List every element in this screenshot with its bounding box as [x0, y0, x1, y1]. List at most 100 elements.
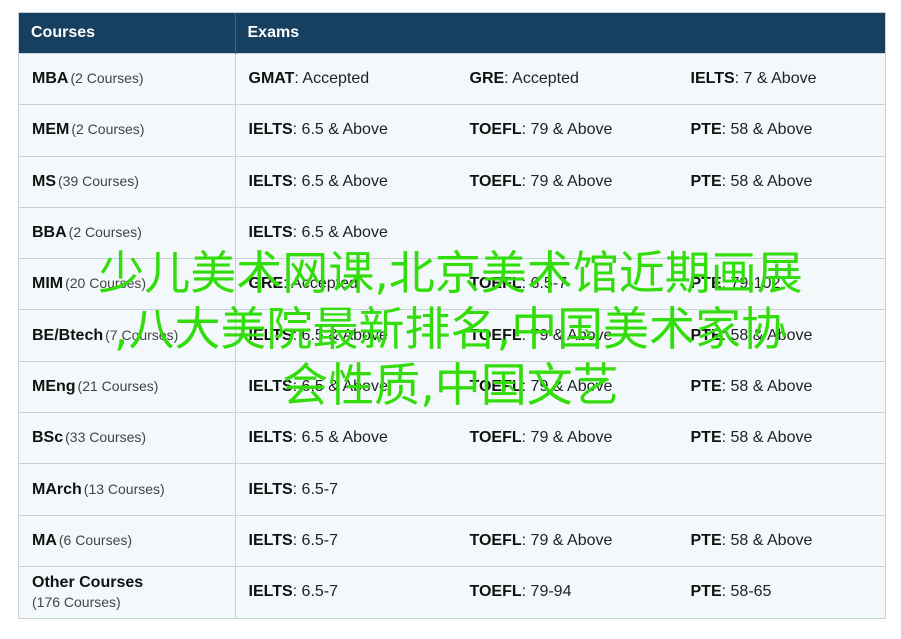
- course-name: MEng: [32, 377, 76, 395]
- exam-name: IELTS: [248, 326, 293, 344]
- table-header-row: Courses Exams: [19, 13, 885, 54]
- exams-cell: GRE: Accepted TOEFL: 6.5-7 PTE: 79-102: [235, 258, 886, 310]
- exam-requirements-table: Courses Exams MBA (2 Courses) GMAT: Accept…: [18, 12, 886, 619]
- table-row: MS (39 Courses) IELTS: 6.5 & Above TOEFL: 7…: [19, 155, 886, 208]
- exam-list: GRE: Accepted TOEFL: 6.5-7 PTE: 79-102: [236, 275, 886, 293]
- exam-name: IELTS: [248, 583, 293, 601]
- exam-score: : 79 & Above: [521, 531, 613, 549]
- exam-name: TOEFL: [469, 531, 522, 549]
- course-count: (2 Courses): [71, 121, 145, 138]
- exam-score: : 6.5-7: [292, 531, 339, 549]
- table-row: MBA (2 Courses) GMAT: Accepted GRE: Accepte…: [19, 52, 886, 105]
- exam-requirement: PTE: 79-102: [678, 275, 899, 293]
- table-row: MEng (21 Courses) IELTS: 6.5 & Above TOEFL:…: [19, 360, 885, 413]
- exams-cell: IELTS: 6.5-7: [235, 463, 885, 516]
- exam-score: : 58-65: [721, 583, 772, 601]
- exam-list: IELTS: 6.5 & Above TOEFL: 79 & Above PTE: …: [236, 121, 886, 139]
- exams-header: Exams: [234, 13, 885, 54]
- exam-score: : 79 & Above: [521, 326, 613, 344]
- exam-requirement: TOEFL: 79 & Above: [457, 327, 678, 345]
- exam-requirement: IELTS: 6.5-7: [236, 532, 457, 550]
- exam-score: : Accepted: [504, 70, 579, 88]
- exam-name: IELTS: [248, 224, 293, 242]
- exam-score: : 6.5-7: [292, 480, 339, 498]
- course-count: (39 Courses): [58, 172, 139, 189]
- exam-score: : 58 & Above: [721, 121, 813, 139]
- course-name: Other Courses: [32, 574, 144, 592]
- exam-score: : Accepted: [294, 70, 370, 88]
- exam-name: TOEFL: [469, 429, 522, 447]
- exam-requirement: GRE: Accepted: [457, 70, 678, 88]
- exam-list: GMAT: Accepted GRE: Accepted IELTS: 7 & Ab…: [236, 70, 886, 88]
- course-cell: Other Courses (176 Courses): [19, 565, 236, 618]
- table-row: MEM (2 Courses) IELTS: 6.5 & Above TOEFL: 7…: [19, 104, 886, 157]
- exam-name: IELTS: [248, 121, 293, 139]
- exam-list: IELTS: 6.5 & Above: [236, 224, 886, 242]
- exam-score: : 6.5 & Above: [292, 121, 388, 139]
- exam-score: : 6.5-7: [521, 275, 568, 293]
- course-cell: BSc (33 Courses): [19, 412, 236, 464]
- course-count: (21 Courses): [77, 377, 159, 394]
- table-row: MIM (20 Courses) GRE: Accepted TOEFL: 6.5-7…: [19, 258, 886, 310]
- course-count: (13 Courses): [83, 480, 165, 497]
- exam-score: : 58 & Above: [721, 429, 813, 447]
- exam-requirement: IELTS: 6.5-7: [236, 481, 457, 499]
- exam-score: : 6.5 & Above: [292, 224, 388, 242]
- exam-requirement: TOEFL: 6.5-7: [457, 275, 678, 293]
- exam-list: IELTS: 6.5 & Above TOEFL: 79 & Above PTE: …: [236, 173, 886, 191]
- exam-score: : 79 & Above: [521, 429, 613, 447]
- exam-requirement: PTE: 58 & Above: [678, 378, 899, 396]
- exams-cell: GMAT: Accepted GRE: Accepted IELTS: 7 & Ab…: [235, 52, 886, 105]
- exam-name: PTE: [690, 583, 722, 601]
- exam-name: PTE: [690, 377, 722, 395]
- exams-cell: IELTS: 6.5 & Above TOEFL: 79 & Above PTE: …: [235, 155, 886, 208]
- requirements-table: Courses Exams MBA (2 Courses) GMAT: Accept…: [19, 13, 885, 618]
- exam-name: TOEFL: [469, 326, 522, 344]
- exam-requirement: IELTS: 6.5-7: [236, 583, 457, 601]
- exam-score: : 79 & Above: [521, 377, 613, 395]
- exam-name: TOEFL: [469, 121, 522, 139]
- exam-requirement: PTE: 58 & Above: [678, 429, 899, 447]
- exam-requirement: PTE: 58 & Above: [678, 121, 899, 139]
- course-name: MIM: [32, 275, 64, 293]
- exams-cell: IELTS: 6.5-7 TOEFL: 79-94 PTE: 58-65: [235, 565, 886, 618]
- table-row: MArch (13 Courses) IELTS: 6.5-7: [19, 463, 885, 516]
- exam-score: : 79-94: [521, 583, 572, 601]
- exam-score: : 79-102: [721, 275, 781, 293]
- exam-requirement: TOEFL: 79 & Above: [457, 532, 678, 550]
- exams-cell: IELTS: 6.5 & Above: [235, 206, 886, 259]
- course-count: (2 Courses): [68, 224, 142, 241]
- exam-requirement: GRE: Accepted: [236, 275, 457, 293]
- table-row: BE/Btech (7 Courses) IELTS: 6.5 & Above TOE…: [19, 309, 886, 362]
- exams-cell: IELTS: 6.5 & Above TOEFL: 79 & Above PTE: …: [235, 309, 886, 362]
- exam-requirement: GMAT: Accepted: [236, 70, 457, 88]
- exam-list: IELTS: 6.5 & Above TOEFL: 79 & Above PTE: …: [236, 327, 886, 345]
- course-count: (7 Courses): [105, 326, 179, 343]
- exam-score: : 6.5 & Above: [292, 172, 388, 190]
- course-name: BSc: [32, 429, 64, 447]
- exam-name: TOEFL: [469, 583, 522, 601]
- course-cell: BE/Btech (7 Courses): [19, 309, 236, 362]
- table-row: Other Courses (176 Courses) IELTS: 6.5-7 TO…: [19, 565, 886, 618]
- exams-cell: IELTS: 6.5 & Above TOEFL: 79 & Above PTE: …: [235, 412, 885, 464]
- exam-requirement: IELTS: 7 & Above: [678, 70, 899, 88]
- exam-requirement: IELTS: 6.5 & Above: [236, 121, 457, 139]
- exam-requirement: IELTS: 6.5 & Above: [236, 429, 457, 447]
- exams-cell: IELTS: 6.5 & Above TOEFL: 79 & Above PTE: …: [235, 360, 885, 413]
- course-count: (6 Courses): [58, 531, 133, 548]
- course-name: BBA: [32, 224, 67, 242]
- exam-score: : Accepted: [283, 275, 358, 293]
- exam-requirement: TOEFL: 79 & Above: [457, 429, 678, 447]
- course-name: MArch: [32, 480, 82, 498]
- exam-name: IELTS: [248, 429, 293, 447]
- exam-list: IELTS: 6.5-7 TOEFL: 79-94 PTE: 58-65: [236, 583, 886, 601]
- exam-name: PTE: [690, 121, 722, 139]
- exam-score: : 7 & Above: [734, 70, 817, 88]
- exam-name: PTE: [690, 429, 722, 447]
- exam-requirement: TOEFL: 79 & Above: [457, 378, 678, 396]
- table-body: MBA (2 Courses) GMAT: Accepted GRE: Accepte…: [19, 52, 886, 618]
- exam-name: IELTS: [248, 480, 293, 498]
- exam-requirement: PTE: 58 & Above: [678, 532, 899, 550]
- exam-name: IELTS: [248, 377, 293, 395]
- course-cell: BBA (2 Courses): [19, 206, 236, 259]
